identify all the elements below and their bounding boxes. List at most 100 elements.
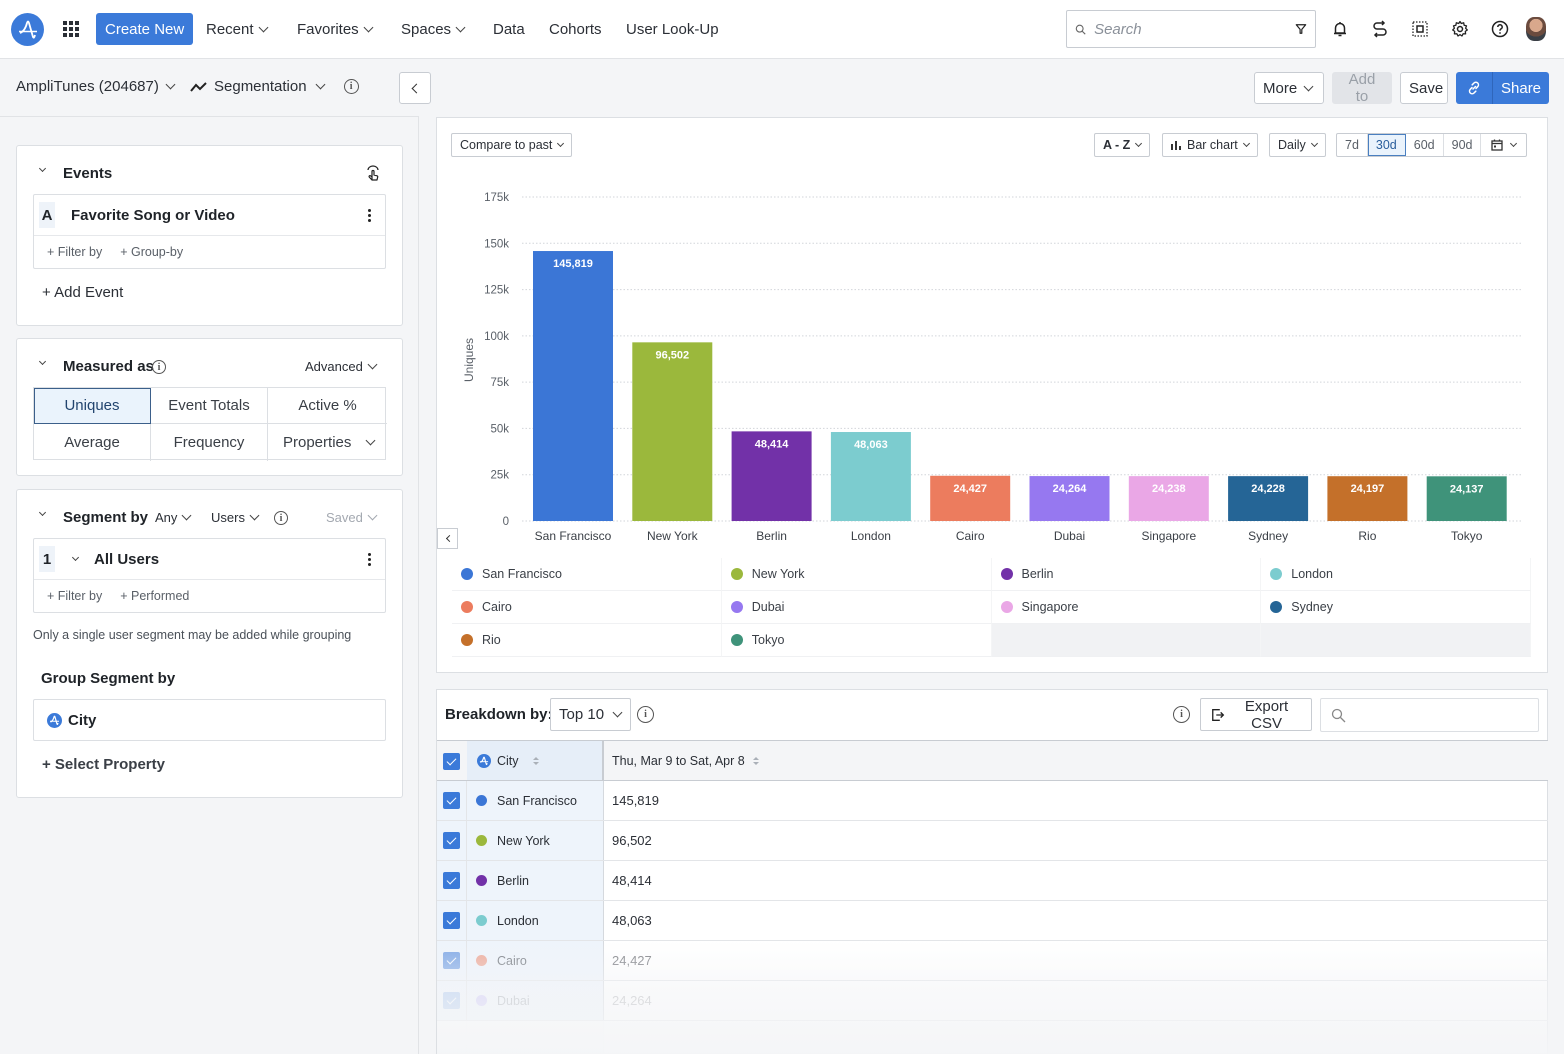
pointer-icon[interactable] (365, 165, 381, 186)
row-checkbox[interactable] (443, 912, 460, 929)
table-row[interactable]: London 48,063 (437, 901, 1548, 941)
saved-dropdown[interactable]: Saved (326, 510, 378, 525)
table-search-input[interactable] (1352, 707, 1538, 723)
chart-kind-dropdown[interactable]: Bar chart (1162, 133, 1258, 157)
segment-name[interactable]: All Users (94, 551, 159, 568)
legend-item[interactable]: Dubai (721, 591, 992, 624)
legend-item[interactable]: Singapore (991, 591, 1262, 624)
nav-favorites[interactable]: Favorites (297, 13, 374, 45)
legend-color-dot (1000, 601, 1013, 613)
chart-scroll-left-button[interactable] (437, 528, 458, 549)
event-group-by[interactable]: + Group-by (120, 245, 183, 259)
group-property-row[interactable]: City (33, 699, 386, 741)
users-dropdown[interactable]: Users (211, 510, 260, 525)
calendar-icon (1491, 139, 1504, 151)
row-checkbox[interactable] (443, 992, 460, 1009)
measure-event-totals[interactable]: Event Totals (151, 388, 268, 424)
chevron-down-icon[interactable] (71, 553, 80, 562)
nav-user-lookup[interactable]: User Look-Up (626, 13, 719, 45)
info-icon[interactable]: i (152, 360, 166, 374)
custom-date-button[interactable] (1481, 134, 1526, 156)
sort-icon[interactable] (532, 756, 539, 765)
table-row[interactable]: Dubai 24,264 (437, 981, 1548, 1021)
info-icon[interactable]: i (274, 511, 288, 525)
legend-item[interactable]: Berlin (991, 558, 1262, 591)
filter-icon[interactable] (1295, 22, 1307, 36)
more-options-icon[interactable] (368, 209, 371, 222)
legend-item[interactable]: Tokyo (721, 624, 992, 657)
nav-spaces[interactable]: Spaces (401, 13, 466, 45)
legend-item[interactable]: Cairo (452, 591, 722, 624)
table-search[interactable] (1320, 698, 1539, 732)
nav-data[interactable]: Data (493, 13, 525, 45)
event-name[interactable]: Favorite Song or Video (71, 207, 235, 224)
legend-item[interactable]: New York (721, 558, 992, 591)
top-n-dropdown[interactable]: Top 10 (550, 698, 631, 731)
project-selector[interactable]: AmpliTunes (204687) (16, 78, 176, 95)
row-checkbox[interactable] (443, 952, 460, 969)
measure-average[interactable]: Average (34, 424, 151, 461)
save-button[interactable]: Save (1400, 72, 1448, 104)
add-event-button[interactable]: + Add Event (42, 284, 123, 301)
table-row[interactable]: Berlin 48,414 (437, 861, 1548, 901)
bar-san-francisco[interactable] (533, 251, 613, 521)
bar-new-york[interactable] (632, 342, 713, 521)
chart-type-selector[interactable]: Segmentation i (190, 78, 359, 95)
date-column-header[interactable]: Thu, Mar 9 to Sat, Apr 8 (612, 741, 759, 780)
collapse-panel-button[interactable] (399, 72, 431, 104)
range-30d[interactable]: 30d (1367, 134, 1406, 156)
table-row[interactable]: Cairo 24,427 (437, 941, 1548, 981)
advanced-dropdown[interactable]: Advanced (305, 359, 378, 374)
table-row[interactable]: New York 96,502 (437, 821, 1548, 861)
series-color-dot (476, 955, 487, 966)
more-button[interactable]: More (1254, 72, 1324, 104)
compare-to-past-dropdown[interactable]: Compare to past (451, 133, 573, 157)
measure-properties[interactable]: Properties (268, 424, 387, 461)
table-row[interactable]: San Francisco 145,819 (437, 781, 1548, 821)
sort-icon[interactable] (752, 756, 759, 765)
sort-dropdown[interactable]: A - Z (1094, 133, 1151, 157)
row-checkbox[interactable] (443, 832, 460, 849)
legend-item[interactable]: London (1261, 558, 1531, 591)
nav-recent[interactable]: Recent (206, 13, 268, 45)
event-filter-by[interactable]: + Filter by (47, 245, 102, 259)
select-property-button[interactable]: + Select Property (42, 756, 165, 773)
range-90d[interactable]: 90d (1444, 134, 1482, 156)
apps-grid-icon[interactable] (63, 21, 79, 37)
legend-item[interactable]: San Francisco (452, 558, 722, 591)
search-input[interactable] (1094, 20, 1296, 38)
selection-box-icon[interactable] (1409, 18, 1431, 40)
add-to-button[interactable]: Add to (1332, 71, 1392, 105)
select-all-checkbox[interactable] (443, 753, 460, 770)
legend-item[interactable]: Rio (452, 624, 722, 657)
range-7d[interactable]: 7d (1337, 134, 1368, 156)
range-60d[interactable]: 60d (1406, 134, 1444, 156)
city-column-header[interactable]: City (467, 741, 604, 780)
interval-dropdown[interactable]: Daily (1269, 133, 1326, 157)
create-new-button[interactable]: Create New (96, 13, 194, 45)
measure-frequency[interactable]: Frequency (151, 424, 268, 461)
share-button[interactable]: Share (1493, 72, 1549, 104)
info-icon[interactable]: i (637, 706, 654, 723)
segment-filter-by[interactable]: + Filter by (47, 589, 102, 603)
help-icon[interactable] (1489, 18, 1511, 40)
global-search[interactable] (1066, 10, 1316, 48)
copy-link-button[interactable] (1456, 72, 1493, 104)
avatar[interactable] (1526, 17, 1546, 41)
row-checkbox[interactable] (443, 872, 460, 889)
segment-performed[interactable]: + Performed (120, 589, 189, 603)
measure-uniques[interactable]: Uniques (34, 388, 151, 424)
info-icon[interactable]: i (343, 79, 359, 94)
export-csv-button[interactable]: Export CSV (1200, 698, 1312, 732)
row-checkbox[interactable] (443, 792, 460, 809)
info-icon[interactable]: i (1173, 706, 1190, 723)
nav-cohorts[interactable]: Cohorts (549, 13, 602, 45)
arrows-swap-icon[interactable] (1369, 18, 1391, 40)
gear-icon[interactable] (1449, 18, 1471, 40)
bell-icon[interactable] (1329, 18, 1351, 40)
amplitude-logo[interactable] (11, 13, 44, 46)
any-dropdown[interactable]: Any (155, 510, 192, 525)
more-options-icon[interactable] (368, 553, 371, 566)
legend-item[interactable]: Sydney (1261, 591, 1531, 624)
measure-active-percent[interactable]: Active % (268, 388, 387, 424)
